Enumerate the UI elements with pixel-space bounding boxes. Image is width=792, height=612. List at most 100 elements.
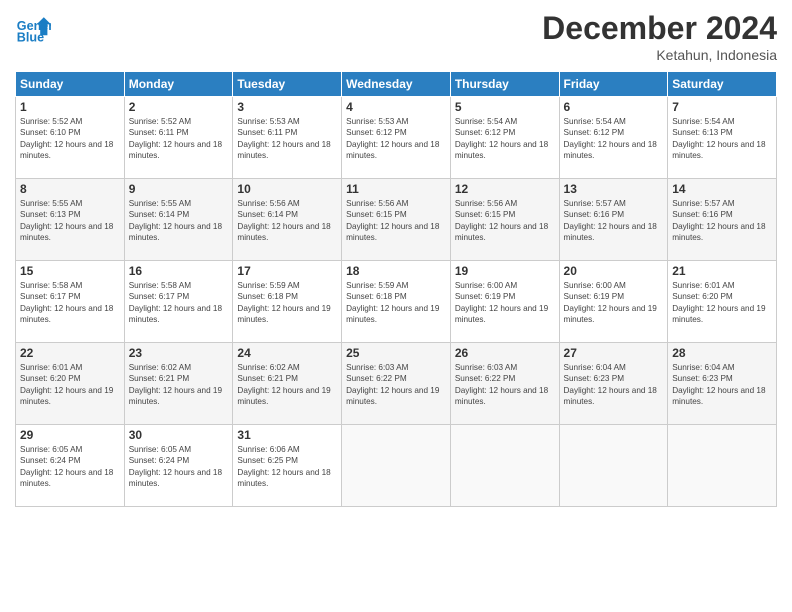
table-row [342, 425, 451, 507]
day-info: Sunrise: 5:52 AM Sunset: 6:10 PM Dayligh… [20, 116, 120, 162]
day-info: Sunrise: 6:00 AM Sunset: 6:19 PM Dayligh… [455, 280, 555, 326]
day-info: Sunrise: 5:56 AM Sunset: 6:14 PM Dayligh… [237, 198, 337, 244]
logo: General Blue [15, 10, 51, 46]
day-info: Sunrise: 5:54 AM Sunset: 6:13 PM Dayligh… [672, 116, 772, 162]
table-row: 19 Sunrise: 6:00 AM Sunset: 6:19 PM Dayli… [450, 261, 559, 343]
day-info: Sunrise: 5:56 AM Sunset: 6:15 PM Dayligh… [346, 198, 446, 244]
calendar-week-row: 8 Sunrise: 5:55 AM Sunset: 6:13 PM Daylig… [16, 179, 777, 261]
day-number: 8 [20, 182, 120, 196]
day-number: 18 [346, 264, 446, 278]
day-info: Sunrise: 6:00 AM Sunset: 6:19 PM Dayligh… [564, 280, 664, 326]
day-number: 2 [129, 100, 229, 114]
col-thursday: Thursday [450, 72, 559, 97]
col-sunday: Sunday [16, 72, 125, 97]
table-row: 23 Sunrise: 6:02 AM Sunset: 6:21 PM Dayli… [124, 343, 233, 425]
day-info: Sunrise: 5:54 AM Sunset: 6:12 PM Dayligh… [564, 116, 664, 162]
svg-text:Blue: Blue [17, 31, 44, 45]
day-info: Sunrise: 6:04 AM Sunset: 6:23 PM Dayligh… [672, 362, 772, 408]
day-number: 9 [129, 182, 229, 196]
day-info: Sunrise: 5:59 AM Sunset: 6:18 PM Dayligh… [346, 280, 446, 326]
table-row: 11 Sunrise: 5:56 AM Sunset: 6:15 PM Dayli… [342, 179, 451, 261]
col-monday: Monday [124, 72, 233, 97]
table-row: 10 Sunrise: 5:56 AM Sunset: 6:14 PM Dayli… [233, 179, 342, 261]
table-row: 22Sunrise: 6:01 AM Sunset: 6:20 PM Dayli… [16, 343, 125, 425]
title-block: December 2024 Ketahun, Indonesia [542, 10, 777, 63]
day-number: 16 [129, 264, 229, 278]
day-number: 13 [564, 182, 664, 196]
calendar-week-row: 29 Sunrise: 6:05 AM Sunset: 6:24 PM Dayli… [16, 425, 777, 507]
col-saturday: Saturday [668, 72, 777, 97]
day-number: 26 [455, 346, 555, 360]
table-row: 15 Sunrise: 5:58 AM Sunset: 6:17 PM Dayli… [16, 261, 125, 343]
table-row: 7Sunrise: 5:54 AM Sunset: 6:13 PM Daylig… [668, 97, 777, 179]
calendar-header-row: Sunday Monday Tuesday Wednesday Thursday… [16, 72, 777, 97]
table-row [668, 425, 777, 507]
col-tuesday: Tuesday [233, 72, 342, 97]
calendar-week-row: 1 Sunrise: 5:52 AM Sunset: 6:10 PM Daylig… [16, 97, 777, 179]
day-info: Sunrise: 5:58 AM Sunset: 6:17 PM Dayligh… [129, 280, 229, 326]
day-number: 11 [346, 182, 446, 196]
day-number: 20 [564, 264, 664, 278]
table-row: 30Sunrise: 6:05 AM Sunset: 6:24 PM Dayli… [124, 425, 233, 507]
day-number: 15 [20, 264, 120, 278]
day-info: Sunrise: 6:03 AM Sunset: 6:22 PM Dayligh… [455, 362, 555, 408]
month-title: December 2024 [542, 10, 777, 47]
day-number: 5 [455, 100, 555, 114]
day-number: 19 [455, 264, 555, 278]
page: General Blue December 2024 Ketahun, Indo… [0, 0, 792, 612]
day-number: 29 [20, 428, 120, 442]
day-info: Sunrise: 5:58 AM Sunset: 6:17 PM Dayligh… [20, 280, 120, 326]
day-number: 31 [237, 428, 337, 442]
table-row: 20 Sunrise: 6:00 AM Sunset: 6:19 PM Dayli… [559, 261, 668, 343]
day-info: Sunrise: 6:03 AM Sunset: 6:22 PM Dayligh… [346, 362, 446, 408]
logo-icon: General Blue [15, 10, 51, 46]
day-info: Sunrise: 5:56 AM Sunset: 6:15 PM Dayligh… [455, 198, 555, 244]
day-number: 28 [672, 346, 772, 360]
day-info: Sunrise: 6:05 AM Sunset: 6:24 PM Dayligh… [20, 444, 120, 490]
calendar-week-row: 15 Sunrise: 5:58 AM Sunset: 6:17 PM Dayli… [16, 261, 777, 343]
col-friday: Friday [559, 72, 668, 97]
day-info: Sunrise: 5:53 AM Sunset: 6:12 PM Dayligh… [346, 116, 446, 162]
table-row: 29 Sunrise: 6:05 AM Sunset: 6:24 PM Dayli… [16, 425, 125, 507]
table-row: 25 Sunrise: 6:03 AM Sunset: 6:22 PM Dayli… [342, 343, 451, 425]
table-row: 6 Sunrise: 5:54 AM Sunset: 6:12 PM Daylig… [559, 97, 668, 179]
day-info: Sunrise: 5:53 AM Sunset: 6:11 PM Dayligh… [237, 116, 337, 162]
day-number: 12 [455, 182, 555, 196]
table-row: 9Sunrise: 5:55 AM Sunset: 6:14 PM Daylig… [124, 179, 233, 261]
day-info: Sunrise: 5:55 AM Sunset: 6:13 PM Dayligh… [20, 198, 120, 244]
day-info: Sunrise: 6:01 AM Sunset: 6:20 PM Dayligh… [20, 362, 120, 408]
table-row: 12 Sunrise: 5:56 AM Sunset: 6:15 PM Dayli… [450, 179, 559, 261]
table-row: 27Sunrise: 6:04 AM Sunset: 6:23 PM Dayli… [559, 343, 668, 425]
table-row: 2 Sunrise: 5:52 AM Sunset: 6:11 PM Daylig… [124, 97, 233, 179]
day-info: Sunrise: 6:06 AM Sunset: 6:25 PM Dayligh… [237, 444, 337, 490]
day-number: 25 [346, 346, 446, 360]
day-number: 1 [20, 100, 120, 114]
table-row: 5 Sunrise: 5:54 AM Sunset: 6:12 PM Daylig… [450, 97, 559, 179]
day-number: 27 [564, 346, 664, 360]
day-number: 4 [346, 100, 446, 114]
day-info: Sunrise: 6:01 AM Sunset: 6:20 PM Dayligh… [672, 280, 772, 326]
day-info: Sunrise: 5:52 AM Sunset: 6:11 PM Dayligh… [129, 116, 229, 162]
day-info: Sunrise: 6:02 AM Sunset: 6:21 PM Dayligh… [129, 362, 229, 408]
table-row: 28 Sunrise: 6:04 AM Sunset: 6:23 PM Dayli… [668, 343, 777, 425]
calendar: Sunday Monday Tuesday Wednesday Thursday… [15, 71, 777, 507]
table-row: 31 Sunrise: 6:06 AM Sunset: 6:25 PM Dayli… [233, 425, 342, 507]
col-wednesday: Wednesday [342, 72, 451, 97]
table-row [450, 425, 559, 507]
day-number: 10 [237, 182, 337, 196]
table-row: 1 Sunrise: 5:52 AM Sunset: 6:10 PM Daylig… [16, 97, 125, 179]
table-row: 24Sunrise: 6:02 AM Sunset: 6:21 PM Dayli… [233, 343, 342, 425]
table-row: 13Sunrise: 5:57 AM Sunset: 6:16 PM Dayli… [559, 179, 668, 261]
day-number: 14 [672, 182, 772, 196]
table-row: 16 Sunrise: 5:58 AM Sunset: 6:17 PM Dayli… [124, 261, 233, 343]
table-row: 3Sunrise: 5:53 AM Sunset: 6:11 PM Daylig… [233, 97, 342, 179]
day-number: 30 [129, 428, 229, 442]
day-info: Sunrise: 6:02 AM Sunset: 6:21 PM Dayligh… [237, 362, 337, 408]
day-info: Sunrise: 5:54 AM Sunset: 6:12 PM Dayligh… [455, 116, 555, 162]
day-number: 6 [564, 100, 664, 114]
day-info: Sunrise: 5:59 AM Sunset: 6:18 PM Dayligh… [237, 280, 337, 326]
day-number: 23 [129, 346, 229, 360]
day-info: Sunrise: 5:57 AM Sunset: 6:16 PM Dayligh… [672, 198, 772, 244]
table-row: 21Sunrise: 6:01 AM Sunset: 6:20 PM Dayli… [668, 261, 777, 343]
table-row: 14 Sunrise: 5:57 AM Sunset: 6:16 PM Dayli… [668, 179, 777, 261]
